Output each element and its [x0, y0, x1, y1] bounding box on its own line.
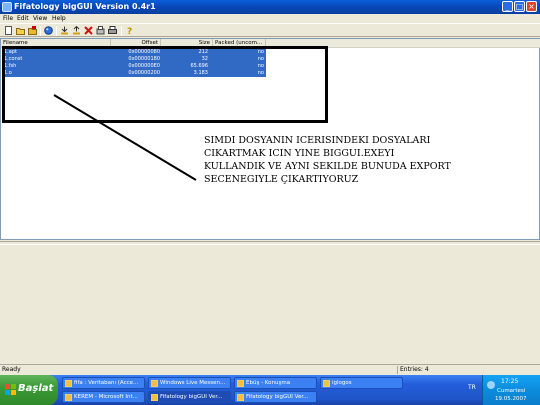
start-button[interactable]: Başlat — [0, 375, 58, 405]
taskbar-item[interactable]: fifa : Veritabanı (Acce... — [62, 377, 145, 389]
app-icon — [151, 394, 158, 401]
network-icon[interactable] — [487, 381, 495, 389]
clock-date: 19.05.2007 — [495, 396, 527, 402]
app-icon — [237, 394, 244, 401]
system-tray: 17:25 Cumartesi 19.05.2007 — [482, 375, 540, 405]
status-bar: Ready Entries: 4 — [0, 364, 540, 374]
taskbar: Başlat fifa : Veritabanı (Acce... Window… — [0, 375, 540, 405]
taskbar-item[interactable]: iglogos — [320, 377, 403, 389]
clock-day: Cumartesi — [497, 388, 526, 394]
chat-icon — [237, 380, 244, 387]
status-divider — [397, 366, 398, 374]
status-text: Ready — [2, 366, 21, 373]
taskbar-item[interactable]: Fifatology bigGUI Ver... — [234, 391, 317, 403]
app-window: Fifatology bigGUI Version 0.4r1 _ □ × Fi… — [0, 0, 540, 375]
database-icon — [65, 380, 72, 387]
messenger-icon — [151, 380, 158, 387]
annotation-text: SIMDI DOSYANIN ICERISINDEKI DOSYALARI CI… — [204, 135, 451, 185]
clock-time[interactable]: 17:25 — [501, 378, 518, 385]
taskbar-item[interactable]: Fifatology bigGUI Ver... — [148, 391, 231, 403]
taskbar-item[interactable]: KEREM - Microsoft Int... — [62, 391, 145, 403]
taskbar-item[interactable]: Windows Live Messen... — [148, 377, 231, 389]
details-pane — [0, 241, 540, 363]
start-label: Başlat — [18, 383, 54, 394]
windows-logo-icon — [5, 384, 16, 395]
taskbar-item[interactable]: Ebüş - Konuşma — [234, 377, 317, 389]
folder-icon — [323, 380, 330, 387]
browser-icon — [65, 394, 72, 401]
details-pane-inner — [0, 244, 540, 362]
language-indicator[interactable]: TR — [468, 384, 476, 391]
status-entries: Entries: 4 — [400, 366, 429, 373]
